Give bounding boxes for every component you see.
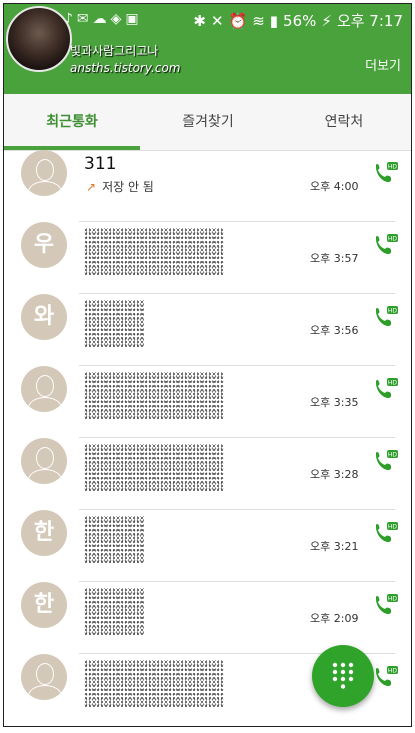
bluetooth-icon: ✱ bbox=[193, 11, 206, 30]
person-icon bbox=[21, 150, 67, 196]
hd-call-icon[interactable]: HD bbox=[373, 664, 399, 690]
call-time: 오후 3:28 bbox=[310, 468, 359, 481]
hd-call-icon[interactable]: HD bbox=[373, 448, 399, 474]
call-log-item[interactable]: 오후 3:35 HD bbox=[4, 366, 411, 438]
call-log-item[interactable]: 와 오후 3:56 HD bbox=[4, 294, 411, 366]
watermark-photo bbox=[6, 6, 72, 72]
tab-recent-calls[interactable]: 최근통화 bbox=[4, 94, 140, 150]
redacted-name bbox=[84, 372, 224, 420]
svg-text:HD: HD bbox=[388, 668, 398, 675]
caller-name: 311 bbox=[84, 154, 117, 174]
call-time: 오후 3:21 bbox=[310, 540, 359, 553]
more-button[interactable]: 더보기 bbox=[365, 55, 401, 74]
svg-text:HD: HD bbox=[388, 380, 398, 387]
contact-initial-avatar: 우 bbox=[21, 222, 67, 268]
call-log-list: 311 ↗ 저장 안 됨 오후 4:00 HD 우 오후 3:57 HD 와 오… bbox=[4, 150, 411, 726]
svg-text:HD: HD bbox=[388, 308, 398, 315]
svg-text:HD: HD bbox=[388, 452, 398, 459]
tab-contacts[interactable]: 연락처 bbox=[276, 94, 411, 150]
svg-text:HD: HD bbox=[388, 596, 398, 603]
hd-call-icon[interactable]: HD bbox=[373, 232, 399, 258]
watermark-title: 빛과사람그리고나 bbox=[70, 44, 159, 58]
blog-watermark: 빛과사람그리고나 ansths.tistory.com bbox=[4, 4, 180, 84]
call-time: 오후 3:56 bbox=[310, 324, 359, 337]
call-log-item[interactable]: 한 오후 3:21 HD bbox=[4, 510, 411, 582]
call-time: 오후 3:57 bbox=[310, 252, 359, 265]
contact-initial-avatar: 와 bbox=[21, 294, 67, 340]
person-icon bbox=[21, 366, 67, 412]
redacted-name bbox=[84, 228, 224, 276]
outgoing-call-icon: ↗ bbox=[86, 179, 97, 194]
contact-initial-avatar: 한 bbox=[21, 510, 67, 556]
battery-icon: ⚡ bbox=[321, 11, 332, 30]
person-icon bbox=[21, 654, 67, 700]
hd-call-icon[interactable]: HD bbox=[373, 160, 399, 186]
svg-text:HD: HD bbox=[388, 236, 398, 243]
call-log-item[interactable]: 우 오후 3:57 HD bbox=[4, 222, 411, 294]
hd-call-icon[interactable]: HD bbox=[373, 592, 399, 618]
hd-call-icon[interactable]: HD bbox=[373, 304, 399, 330]
dialpad-button[interactable] bbox=[312, 645, 374, 707]
wifi-icon: ≋ bbox=[252, 11, 265, 30]
redacted-name bbox=[84, 300, 144, 348]
tab-favorites[interactable]: 즐겨찾기 bbox=[140, 94, 276, 150]
phone-screen: ♪✉☁◈▣ ✱ ✕ ⏰ ≋ ▮ 56% ⚡ 오후 7:17 더보기 빛과사람그리… bbox=[3, 3, 412, 727]
status-right: ✱ ✕ ⏰ ≋ ▮ 56% ⚡ 오후 7:17 bbox=[193, 10, 403, 31]
call-log-item[interactable]: 한 오후 2:09 HD bbox=[4, 582, 411, 654]
mute-icon: ✕ bbox=[210, 11, 224, 30]
call-time: 오후 2:09 bbox=[310, 612, 359, 625]
hd-call-icon[interactable]: HD bbox=[373, 376, 399, 402]
call-log-item[interactable]: 311 ↗ 저장 안 됨 오후 4:00 HD bbox=[4, 150, 411, 222]
svg-text:HD: HD bbox=[388, 524, 398, 531]
redacted-name bbox=[84, 588, 144, 636]
caller-sub-text: 저장 안 됨 bbox=[102, 180, 154, 194]
redacted-name bbox=[84, 516, 144, 564]
battery-level: 56% bbox=[283, 11, 317, 30]
person-icon bbox=[21, 438, 67, 484]
signal-icon: ▮ bbox=[269, 11, 279, 30]
call-time: 오후 4:00 bbox=[310, 180, 359, 193]
tab-bar: 최근통화 즐겨찾기 연락처 bbox=[4, 94, 411, 151]
redacted-name bbox=[84, 660, 224, 708]
contact-initial-avatar: 한 bbox=[21, 582, 67, 628]
clock: 오후 7:17 bbox=[336, 12, 403, 30]
dialpad-icon bbox=[332, 662, 354, 689]
hd-call-icon[interactable]: HD bbox=[373, 520, 399, 546]
svg-text:HD: HD bbox=[388, 164, 398, 171]
caller-sub: ↗ 저장 안 됨 bbox=[86, 178, 154, 195]
redacted-name bbox=[84, 444, 224, 492]
call-time: 오후 3:35 bbox=[310, 396, 359, 409]
alarm-icon: ⏰ bbox=[228, 11, 248, 30]
watermark-url: ansths.tistory.com bbox=[70, 61, 181, 75]
call-log-item[interactable]: 오후 3:28 HD bbox=[4, 438, 411, 510]
